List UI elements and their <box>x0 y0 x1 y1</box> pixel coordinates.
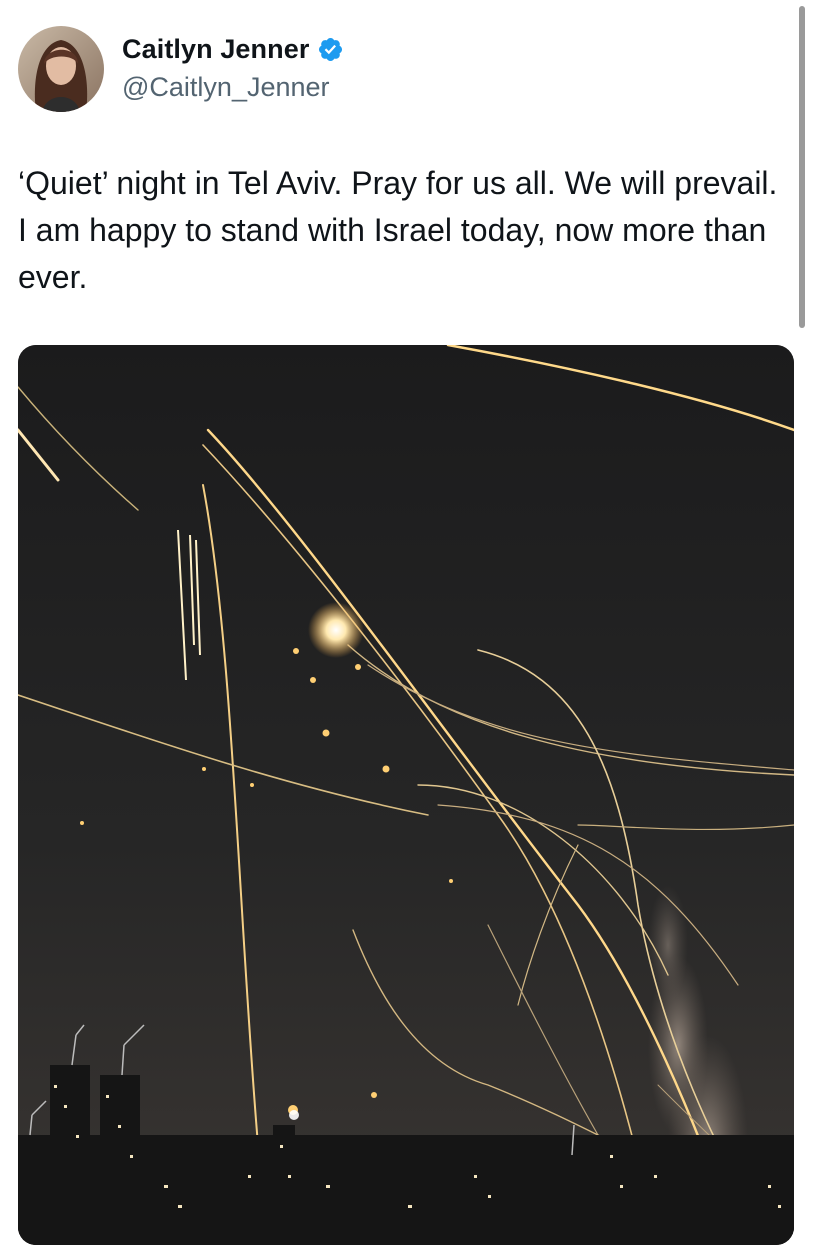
avatar[interactable] <box>18 26 104 112</box>
display-name[interactable]: Caitlyn Jenner <box>122 34 309 65</box>
handle[interactable]: @Caitlyn_Jenner <box>122 72 330 103</box>
scrollbar[interactable] <box>799 6 805 328</box>
verified-badge-icon <box>317 36 344 63</box>
tweet-text: ‘Quiet’ night in Tel Aviv. Pray for us a… <box>18 165 778 295</box>
tweet-header: Caitlyn Jenner @Caitlyn_Jenner <box>18 26 778 112</box>
tweet-photo[interactable] <box>18 345 794 1245</box>
